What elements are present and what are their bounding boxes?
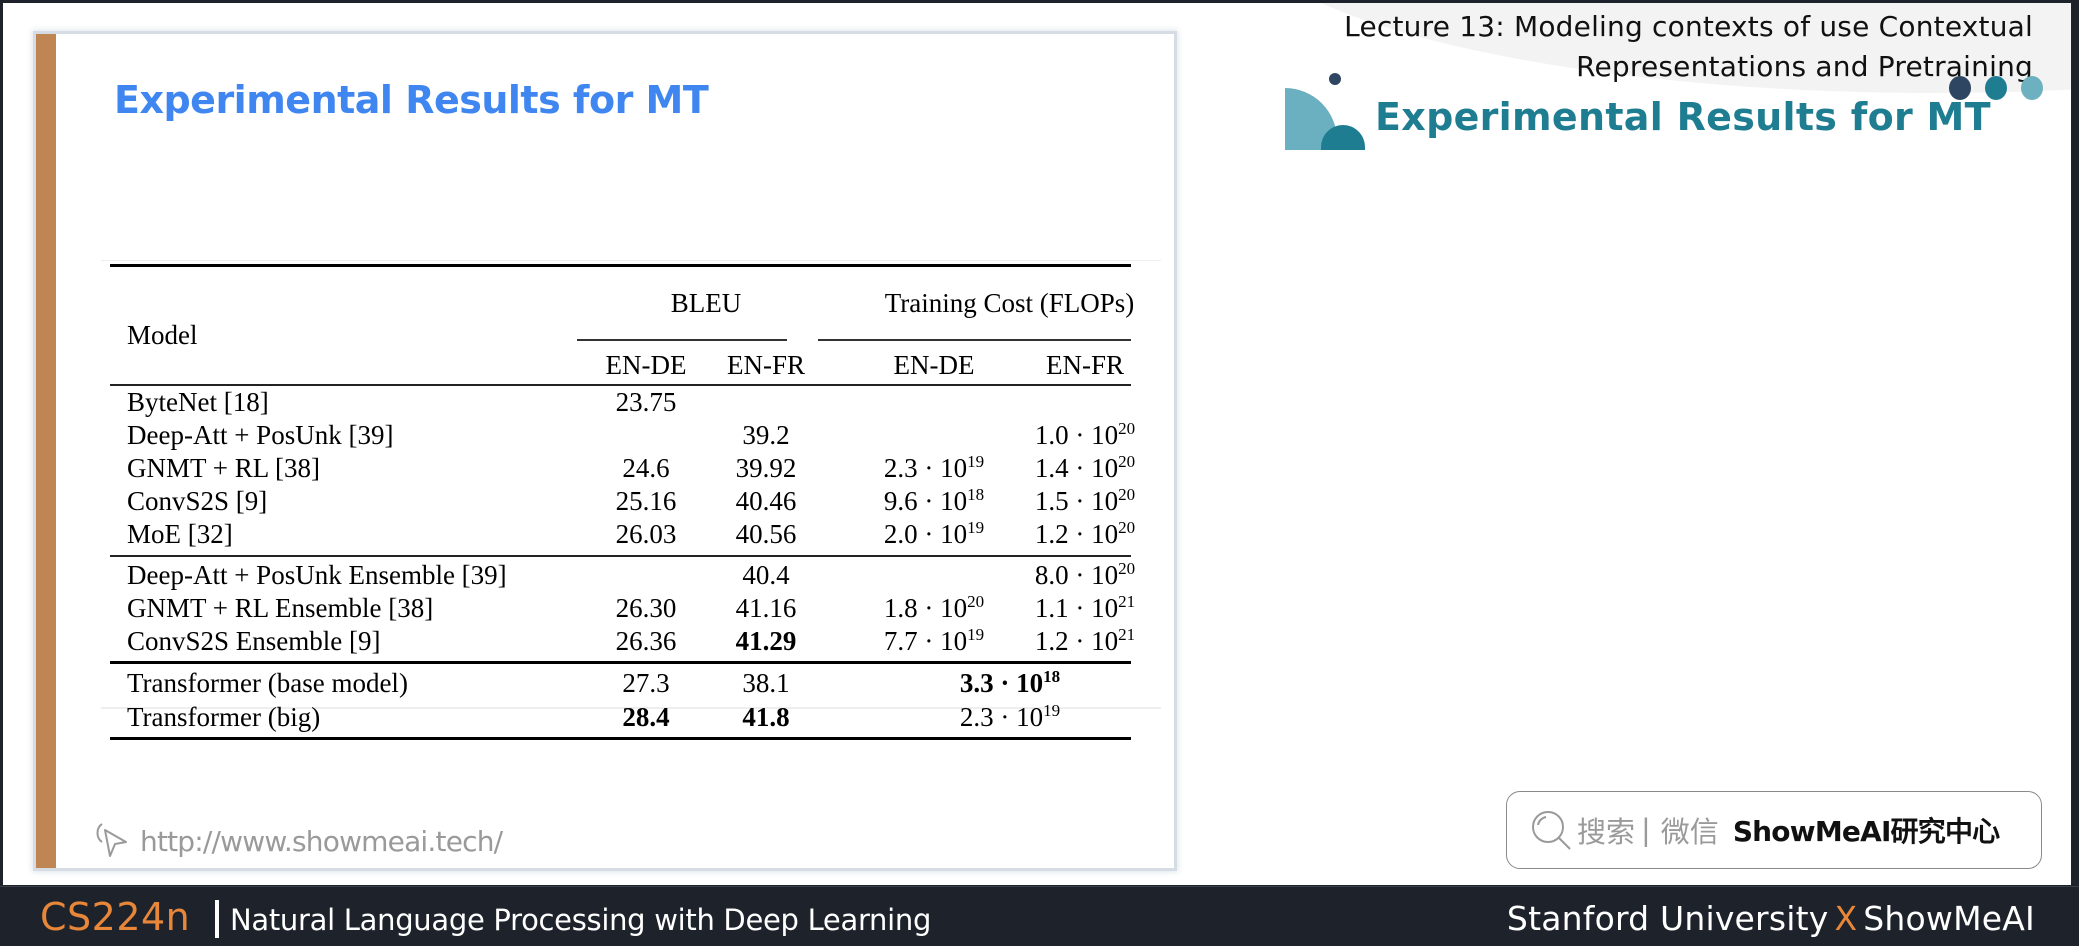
table-cell-bleu-en-fr: 40.56	[735, 519, 797, 549]
footer-x: X	[1834, 899, 1858, 938]
image-frame-top	[101, 260, 1161, 261]
table-cell-bleu-en-de: 26.36	[615, 626, 677, 656]
table-cell-cost-en-fr: 1.0 · 1020	[1034, 419, 1136, 450]
search-separator: |	[1641, 813, 1651, 847]
footer-bar: CS224n Natural Language Processing with …	[0, 886, 2079, 946]
table-cell-bleu-en-fr: 41.8	[742, 702, 790, 732]
header-bottom-rule	[110, 384, 1131, 386]
table-cell-bleu-en-fr: 40.46	[735, 486, 797, 516]
table-cell-bleu-en-fr: 40.4	[742, 560, 790, 590]
table-row-model: ConvS2S [9]	[127, 486, 268, 516]
table-cell-bleu-en-de: 28.4	[622, 702, 670, 732]
table-cell-bleu-en-de: 24.6	[622, 453, 670, 483]
table-row-model: MoE [32]	[127, 519, 233, 549]
table-row-model: Transformer (big)	[127, 702, 321, 732]
footer-credits: Stanford University X ShowMeAI	[1507, 899, 2035, 938]
lecture-title-line2: Representations and Pretraining	[1576, 50, 2033, 83]
url-text[interactable]: http://www.showmeai.tech/	[140, 825, 503, 858]
header-training-cost: Training Cost (FLOPs)	[884, 288, 1135, 318]
table-cell-cost-en-de: 2.3 · 1019	[883, 452, 985, 483]
header-model: Model	[127, 320, 198, 350]
footer-showmeai: ShowMeAI	[1863, 899, 2035, 938]
table-cell-bleu-en-de: 26.30	[615, 593, 677, 623]
table-bottom-rule	[110, 737, 1131, 740]
search-brand: ShowMeAI研究中心	[1732, 815, 2000, 848]
table-cell-cost-en-de: 1.8 · 1020	[883, 592, 985, 623]
table-cell-cost-en-fr: 1.1 · 1021	[1034, 592, 1136, 623]
table-row-model: Transformer (base model)	[127, 668, 408, 698]
table-cell-bleu-en-de: 26.03	[615, 519, 677, 549]
table-cell-cost-en-de: 7.7 · 1019	[883, 625, 985, 656]
group-separator-thick-rule	[110, 661, 1131, 664]
subheader-en-de: EN-DE	[605, 350, 687, 380]
cursor-click-icon	[96, 823, 127, 857]
wechat-search-box[interactable]: 搜索 | 微信 ShowMeAI研究中心	[1506, 791, 2042, 869]
table-cell-bleu-en-fr: 41.16	[735, 593, 797, 623]
table-row-model: Deep-Att + PosUnk Ensemble [39]	[127, 560, 507, 590]
subheader-en-de: EN-DE	[893, 350, 975, 380]
table-row-model: GNMT + RL Ensemble [38]	[127, 593, 434, 623]
url-link[interactable]: http://www.showmeai.tech/	[94, 820, 503, 862]
lecture-title-line1: Lecture 13: Modeling contexts of use Con…	[1344, 10, 2033, 43]
group-separator-rule	[110, 555, 1131, 557]
table-cell-bleu-en-fr: 41.29	[735, 626, 797, 656]
table-cell-bleu-en-fr: 38.1	[742, 668, 790, 698]
table-top-rule	[110, 264, 1131, 267]
slide-panel: Experimental Results for MT Model BLEU Tra…	[36, 34, 1174, 868]
table-cell-bleu-en-fr: 39.2	[742, 420, 790, 450]
table-cell-cost-en-fr: 1.2 · 1021	[1034, 625, 1136, 656]
course-name: Natural Language Processing with Deep Le…	[230, 903, 932, 937]
search-icon	[1532, 811, 1571, 850]
footer-divider	[215, 900, 219, 938]
cost-group-rule	[818, 339, 1131, 341]
subheader-en-fr: EN-FR	[726, 350, 806, 380]
table-cell-cost-en-fr: 1.4 · 1020	[1034, 452, 1136, 483]
table-row-model: Deep-Att + PosUnk [39]	[127, 420, 394, 450]
table-cell-cost-en-fr: 1.5 · 1020	[1034, 485, 1136, 516]
table-cell-cost-en-fr: 8.0 · 1020	[1034, 559, 1136, 590]
slide-title: Experimental Results for MT	[114, 78, 709, 122]
bleu-group-rule	[577, 339, 787, 341]
search-hint-left: 搜索	[1577, 815, 1636, 849]
slide-canvas: Lecture 13: Modeling contexts of use Con…	[3, 3, 2071, 885]
section-logo-icon	[1285, 68, 1370, 150]
table-cell-cost-en-de: 2.0 · 1019	[883, 518, 985, 549]
table-row-model: ConvS2S Ensemble [9]	[127, 626, 381, 656]
table-cell-bleu-en-fr: 39.92	[735, 453, 797, 483]
course-code: CS224n	[40, 895, 191, 939]
table-row-model: ByteNet [18]	[127, 387, 269, 417]
lecture-title: Lecture 13: Modeling contexts of use Con…	[1133, 7, 2033, 87]
section-title: Experimental Results for MT	[1375, 95, 1991, 139]
table-cell-bleu-en-de: 27.3	[622, 668, 670, 698]
slide-accent-bar	[36, 34, 56, 868]
table-cell-cost-merged: 3.3 · 1018	[959, 667, 1061, 698]
header-bleu: BLEU	[670, 288, 742, 318]
table-cell-cost-en-de: 9.6 · 1018	[883, 485, 985, 516]
search-hint-right: 微信	[1660, 815, 1719, 849]
table-cell-cost-en-fr: 1.2 · 1020	[1034, 518, 1136, 549]
dot-light-teal-icon	[2021, 76, 2043, 100]
table-cell-bleu-en-de: 23.75	[615, 387, 677, 417]
footer-stanford: Stanford University	[1506, 899, 1829, 938]
table-cell-bleu-en-de: 25.16	[615, 486, 677, 516]
table-cell-cost-merged: 2.3 · 1019	[959, 701, 1061, 732]
subheader-en-fr: EN-FR	[1045, 350, 1125, 380]
table-row-model: GNMT + RL [38]	[127, 453, 320, 483]
